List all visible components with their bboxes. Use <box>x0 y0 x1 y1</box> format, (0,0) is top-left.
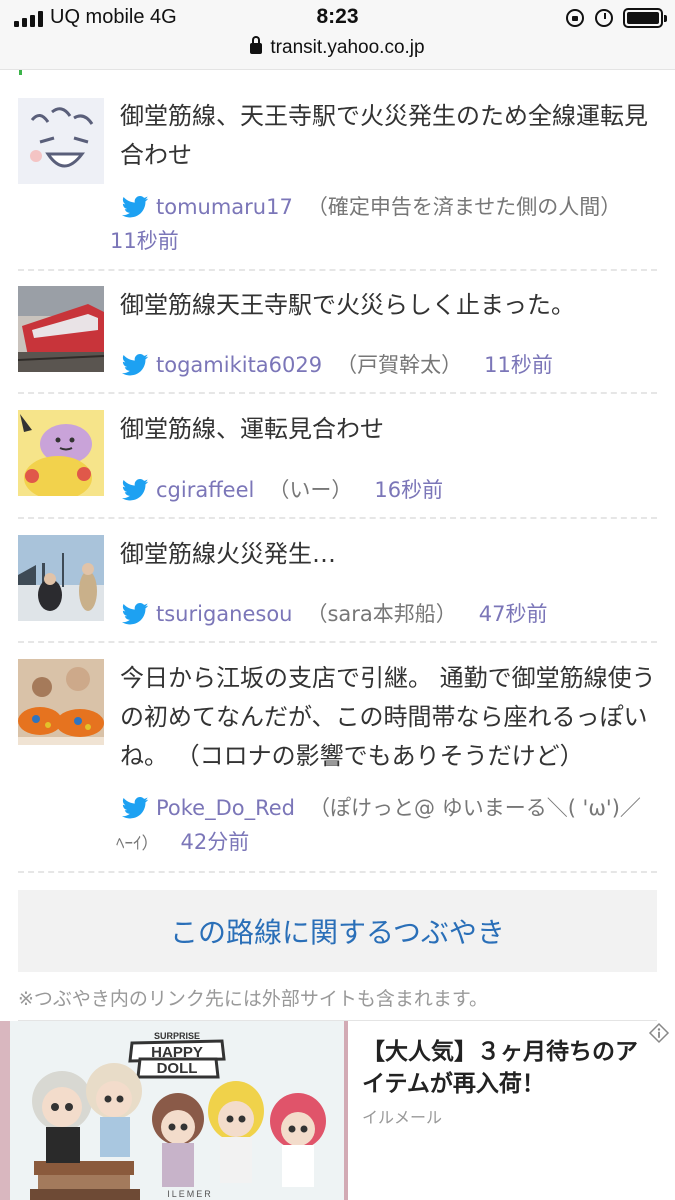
lock-icon <box>250 36 263 54</box>
tweet-time[interactable]: 16秒前 <box>374 478 443 502</box>
avatar[interactable] <box>18 659 104 745</box>
tweet-text: 今日から江坂の支店で引継。 通勤で御堂筋線使うの初めてなんだが、この時間帯なら座… <box>120 664 656 770</box>
tweet-username[interactable]: togamikita6029 <box>156 353 322 377</box>
tweet-username[interactable]: tomumaru17 <box>156 195 293 219</box>
avatar[interactable] <box>18 410 104 496</box>
progress-marker <box>19 70 22 75</box>
tweet-meta: cgiraffeel （いー） 16秒前 <box>120 473 657 507</box>
ad-logo-top: SURPRISE <box>154 1031 200 1041</box>
ad-info-icon[interactable] <box>648 1022 670 1044</box>
tweet-item: 今日から江坂の支店で引継。 通勤で御堂筋線使うの初めてなんだが、この時間帯なら座… <box>18 643 657 873</box>
address-bar[interactable]: transit.yahoo.co.jp <box>0 36 675 59</box>
ad-edge <box>0 1021 10 1200</box>
tweet-meta: tsuriganesou （sara本邦船） 47秒前 <box>120 597 657 631</box>
ad-title-line: 【大人気】３ヶ月待ちのア <box>362 1038 638 1065</box>
ad-source: イルメール <box>362 1108 443 1127</box>
tweet-display-name: （ぽけっと@ ゆいまーる＼( 'ω')／ <box>309 796 641 820</box>
twitter-icon <box>121 196 149 218</box>
tweet-time[interactable]: 42分前 <box>181 830 250 854</box>
tweet-text: 御堂筋線天王寺駅で火災らしく止まった。 <box>120 291 576 319</box>
tweet-time[interactable]: 11秒前 <box>484 353 553 377</box>
more-tweets-button[interactable]: この路線に関するつぶやき <box>18 890 657 972</box>
tweet-username[interactable]: cgiraffeel <box>156 478 254 502</box>
ad-logo-main2: DOLL <box>157 1060 198 1077</box>
status-bar: UQ mobile 4G 8:23 transit.yahoo.co.jp <box>0 0 675 70</box>
twitter-icon <box>121 797 149 819</box>
tweet-time[interactable]: 47秒前 <box>479 602 548 626</box>
battery-icon <box>623 8 667 28</box>
tweet-display-name: （確定申告を済ませた側の人間） <box>306 195 622 219</box>
tweet-text: 御堂筋線、運転見合わせ <box>120 415 384 443</box>
tweet-username[interactable]: Poke_Do_Red <box>156 796 295 820</box>
tweet-display-name: （sara本邦船） <box>306 602 457 626</box>
avatar[interactable] <box>18 98 104 184</box>
avatar[interactable] <box>18 535 104 621</box>
tweet-meta: tomumaru17 （確定申告を済ませた側の人間） 11秒前 <box>110 190 657 258</box>
ad-image[interactable]: SURPRISE HAPPY DOLL ILEMER <box>10 1021 344 1200</box>
avatar[interactable] <box>18 286 104 372</box>
external-link-notice: ※つぶやき内のリンク先には外部サイトも含まれます。 <box>18 988 489 1010</box>
ad-title[interactable]: 【大人気】３ヶ月待ちのア イテムが再入荷！ <box>362 1036 662 1100</box>
tweet-item: 御堂筋線、天王寺駅で火災発生のため全線運転見合わせ tomumaru17 （確定申… <box>18 96 657 271</box>
ad-title-line: イテムが再入荷！ <box>362 1070 545 1097</box>
ad-edge <box>344 1021 348 1200</box>
tweet-item: 御堂筋線火災発生… tsuriganesou （sara本邦船） 47秒前 <box>18 519 657 643</box>
twitter-icon <box>121 479 149 501</box>
tweet-meta: Poke_Do_Red （ぽけっと@ ゆいまーる＼( 'ω')／ ﾍｰｲ） 42分前 <box>116 791 657 859</box>
tweet-username[interactable]: tsuriganesou <box>156 602 292 626</box>
tweet-item: 御堂筋線天王寺駅で火災らしく止まった。 togamikita6029 （戸賀幹太）… <box>18 271 657 394</box>
twitter-icon <box>121 354 149 376</box>
ad-logo-bottom: ILEMER <box>167 1189 213 1199</box>
tweet-time[interactable]: 11秒前 <box>110 224 179 258</box>
tweet-meta: togamikita6029 （戸賀幹太） 11秒前 <box>120 348 657 382</box>
alarm-icon <box>595 9 613 27</box>
tweet-display-name-cont: ﾍｰｲ） <box>116 834 159 854</box>
tweet-item: 御堂筋線、運転見合わせ cgiraffeel （いー） 16秒前 <box>18 394 657 519</box>
rotation-lock-icon <box>566 9 584 27</box>
tweet-display-name: （戸賀幹太） <box>336 353 463 377</box>
twitter-icon <box>121 603 149 625</box>
tweet-text: 御堂筋線火災発生… <box>120 540 336 568</box>
tweet-text: 御堂筋線、天王寺駅で火災発生のため全線運転見合わせ <box>120 102 648 169</box>
tweet-display-name: （いー） <box>268 478 353 502</box>
url-text: transit.yahoo.co.jp <box>270 37 425 58</box>
